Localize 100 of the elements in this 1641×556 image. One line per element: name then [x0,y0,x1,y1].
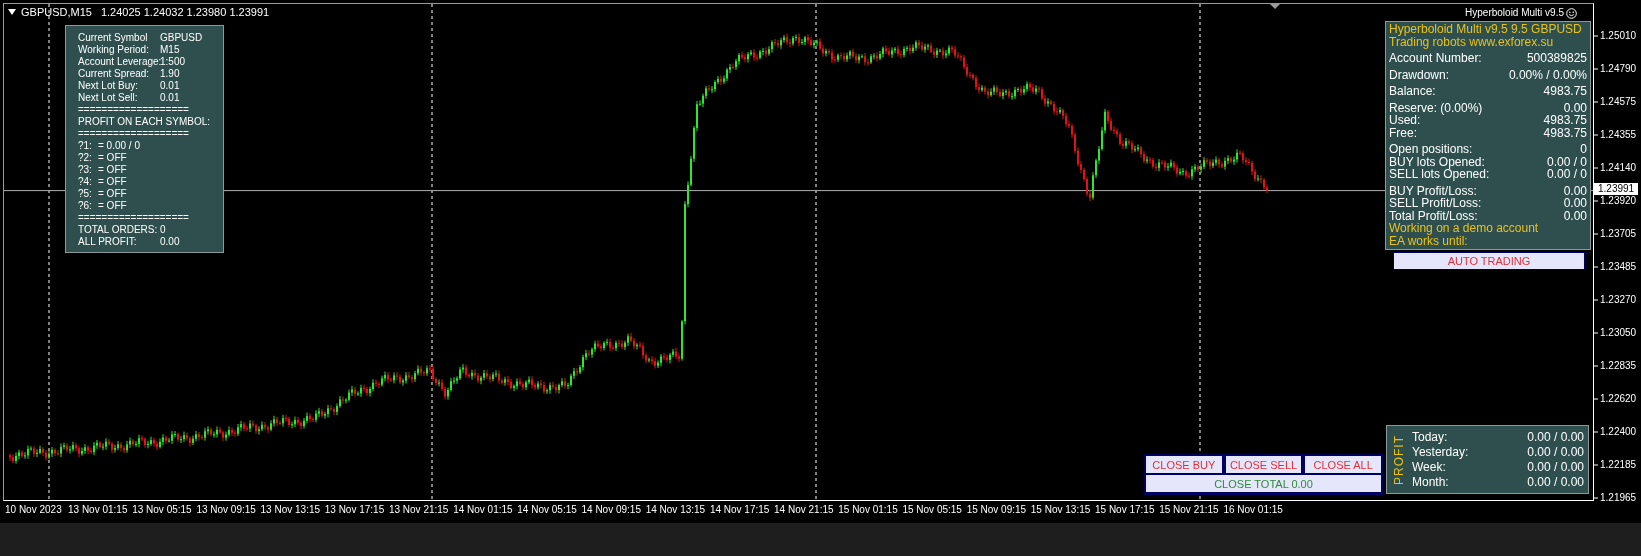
profit-label: Today: [1412,429,1448,445]
info-label: ?4: [78,176,93,188]
profit-value: 0.00 / 0.00 [1527,474,1584,490]
info-label: ?2: [78,152,93,164]
time-axis-label: 10 Nov 2023 [5,504,63,516]
info-value: = OFF [98,188,127,200]
price-axis-label: 1.24355 [1600,129,1637,141]
time-axis-label: 13 Nov 09:15 [196,504,257,516]
info-value: = OFF [98,176,127,188]
info-label: Account Leverage: [78,56,160,68]
auto-trading-button[interactable]: AUTO TRADING [1393,252,1585,270]
current-price-label: 1.23991 [1594,182,1639,195]
info-value: 0.01 [160,92,180,104]
ea-value: 0.00 / 0 [1546,155,1587,168]
info-value: M15 [160,44,180,56]
ea-label: SELL lots Opened: [1389,168,1490,181]
price-axis-label: 1.23705 [1600,228,1637,240]
info-value: 0.00 [160,236,180,248]
profit-value: 0.00 / 0.00 [1527,459,1584,475]
time-axis-label: 14 Nov 05:15 [517,504,578,516]
info-value: = OFF [98,200,127,212]
time-axis-label: 15 Nov 09:15 [966,504,1028,516]
ea-value: 0.00% / 0.00% [1508,68,1587,81]
price-axis-label: 1.22185 [1600,459,1637,471]
ea-label: BUY Profit/Loss: [1389,184,1477,197]
info-label: ?5: [78,188,93,200]
ea-value: 4983.75 [1543,114,1587,127]
time-axis-label: 15 Nov 01:15 [838,504,899,516]
ea-note: Working on a demo account [1389,222,1539,235]
info-label: ?3: [78,164,93,176]
time-axis-label: 14 Nov 13:15 [645,504,707,516]
info-value: 0 [160,224,166,236]
ea-value: 0.00 [1563,197,1587,210]
info-label: Working Period: [78,44,150,56]
ea-value: 0.00 [1563,101,1587,114]
info-text: =================== [78,128,189,140]
symbol-period: GBPUSD,M15 [21,5,92,19]
time-axis-label: 14 Nov 01:15 [453,504,514,516]
ea-note: EA works until: [1389,234,1468,247]
ea-label: Used: [1389,114,1421,127]
ea-label: BUY lots Opened: [1389,155,1485,168]
price-axis-label: 1.24790 [1600,63,1637,75]
info-value: = OFF [98,152,127,164]
time-axis-label: 15 Nov 05:15 [902,504,963,516]
ea-label: Total Profit/Loss: [1389,209,1478,222]
ea-value: 0.00 / 0 [1546,168,1587,181]
time-axis-label: 15 Nov 21:15 [1159,504,1220,516]
price-axis-label: 1.21965 [1600,492,1637,504]
time-axis-label: 16 Nov 01:15 [1223,504,1284,516]
profit-label: Week: [1412,459,1446,475]
ea-name: Hyperboloid Multi v9.5 [1465,7,1564,19]
info-value: = OFF [98,164,127,176]
info-text: PROFIT ON EACH SYMBOL: [78,116,211,128]
price-axis-label: 1.23050 [1600,327,1637,339]
close-button[interactable]: CLOSE SELL [1225,456,1302,473]
price-axis-label: 1.22620 [1600,393,1637,405]
ea-label: Account Number: [1389,52,1482,65]
ea-value: 0 [1580,143,1587,156]
info-label: ?6: [78,200,93,212]
ea-value: 4983.75 [1543,85,1587,98]
ea-value: 0.00 [1563,184,1587,197]
info-label: Current Symbol [78,32,149,44]
info-label: TOTAL ORDERS: [78,224,159,236]
close-button[interactable]: CLOSE ALL [1305,456,1381,473]
time-axis-label: 14 Nov 21:15 [774,504,835,516]
ea-label: Open positions: [1389,143,1473,156]
ea-note: Hyperboloid Multi v9.5 9.5 GBPUSD [1389,23,1582,36]
close-button[interactable]: CLOSE BUY [1146,456,1222,473]
profit-label: Yesterday: [1412,444,1469,460]
info-label: Next Lot Buy: [78,80,140,92]
time-axis-label: 15 Nov 17:15 [1095,504,1156,516]
price-axis-label: 1.24140 [1600,162,1637,174]
info-value: 1.90 [160,68,180,80]
price-axis-label: 1.22400 [1600,426,1637,438]
profit-label: Month: [1412,474,1449,490]
profit-value: 0.00 / 0.00 [1527,444,1584,460]
price-axis-label: 1.23270 [1600,294,1637,306]
ea-value: 0.00 [1563,209,1587,222]
info-label: ALL PROFIT: [78,236,138,248]
ea-value: 500389825 [1526,52,1587,65]
price-axis-label: 1.23485 [1600,261,1637,273]
price-axis-label: 1.25010 [1600,30,1637,42]
info-value: 1:500 [160,56,186,68]
info-label: ?1: [78,140,93,152]
profit-value: 0.00 / 0.00 [1527,429,1584,445]
time-axis-label: 13 Nov 13:15 [260,504,322,516]
ea-label: SELL Profit/Loss: [1389,197,1482,210]
time-axis-label: 13 Nov 21:15 [388,504,450,516]
price-quote: 1.24025 1.24032 1.23980 1.23991 [100,5,270,19]
info-text: =================== [78,212,189,224]
time-axis-label: 13 Nov 05:15 [132,504,193,516]
ea-value: 4983.75 [1543,126,1587,139]
info-value: 0.01 [160,80,180,92]
profit-title: PROFIT [1393,434,1405,485]
close-total-button[interactable]: CLOSE TOTAL 0.00 [1146,475,1381,492]
info-text: =================== [78,104,189,116]
price-axis-label: 1.23920 [1600,195,1637,207]
time-axis-label: 15 Nov 13:15 [1030,504,1092,516]
info-value: = 0.00 / 0 [98,140,140,152]
info-label: Next Lot Sell: [78,92,139,104]
